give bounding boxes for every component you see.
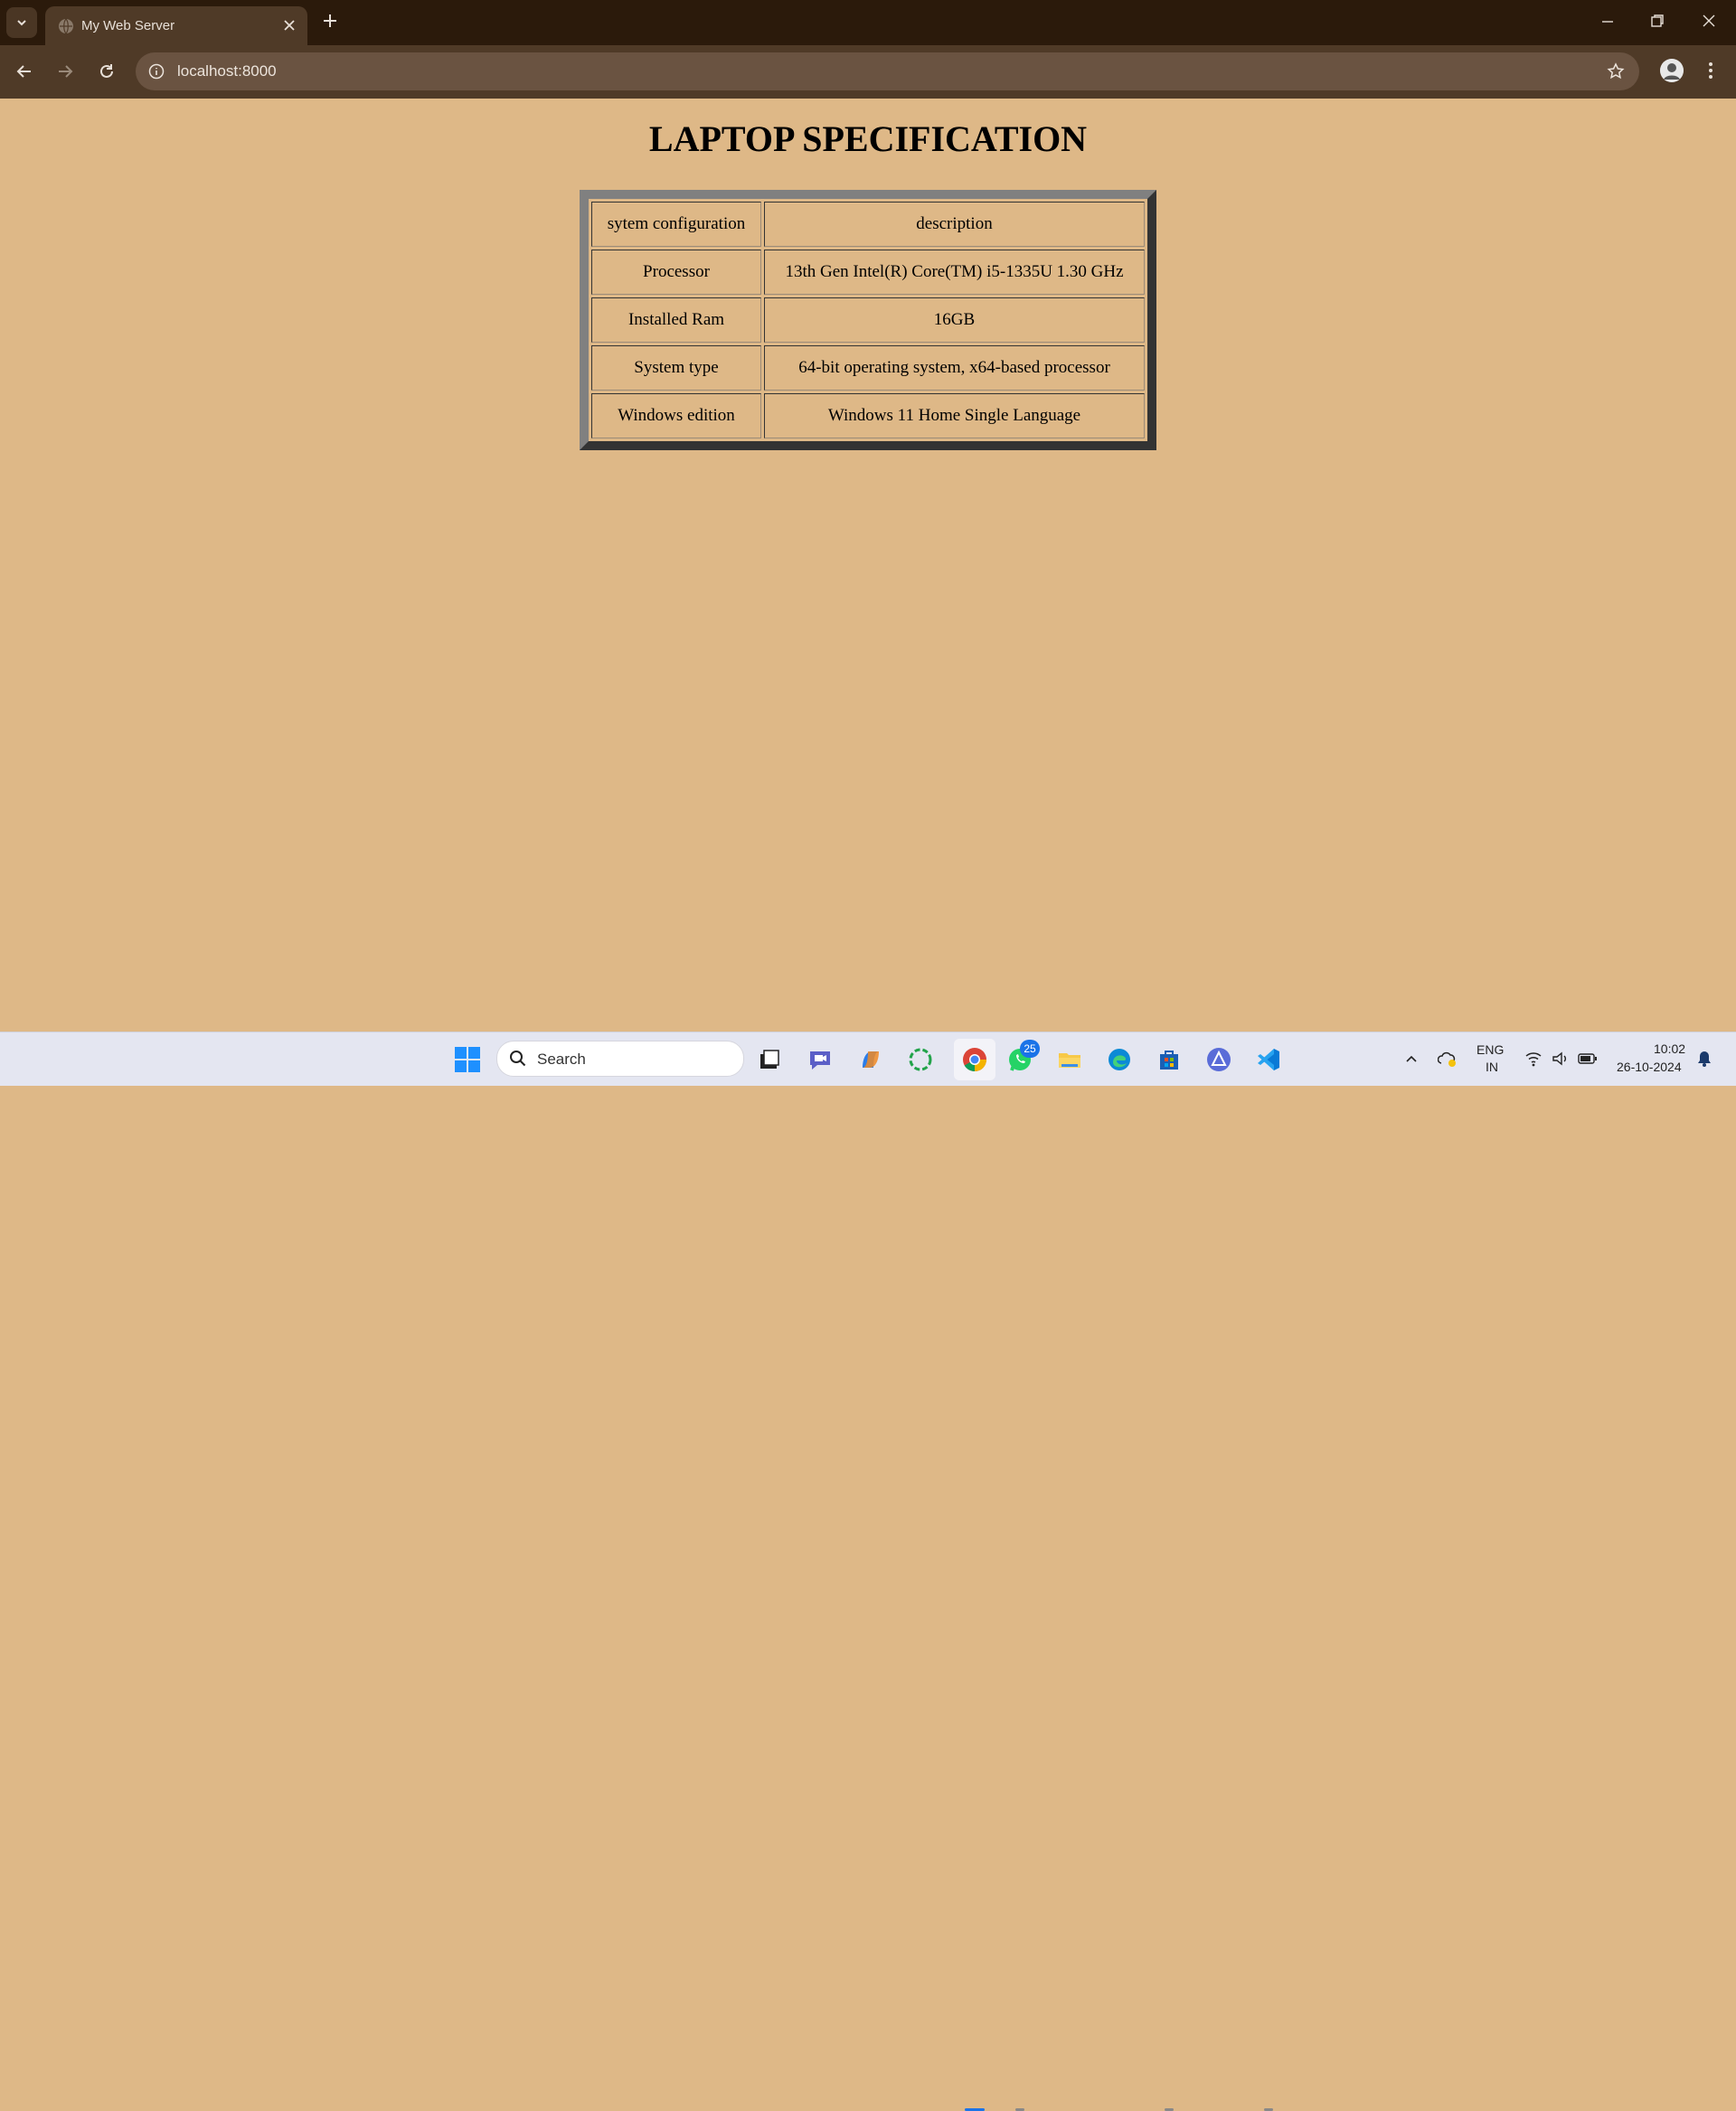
- site-info-icon[interactable]: [148, 63, 165, 80]
- file-explorer-button[interactable]: [1053, 1043, 1086, 1076]
- table-row: System type 64-bit operating system, x64…: [591, 345, 1145, 391]
- language-region[interactable]: IN: [1486, 1060, 1498, 1074]
- reload-icon[interactable]: [97, 61, 117, 81]
- browser-toolbar: localhost:8000: [0, 45, 1736, 99]
- taskbar-search[interactable]: Search: [496, 1041, 744, 1077]
- vscode-icon: [1258, 1049, 1279, 1070]
- address-bar[interactable]: localhost:8000: [136, 52, 1639, 90]
- meet-chat-icon: [810, 1051, 830, 1070]
- close-window-icon[interactable]: [1700, 12, 1718, 30]
- tab-title: My Web Server: [81, 18, 175, 33]
- kebab-menu-icon[interactable]: [1707, 61, 1714, 80]
- table-cell: 64-bit operating system, x64-based proce…: [764, 345, 1145, 391]
- minimize-icon[interactable]: [1599, 12, 1617, 30]
- globe-icon: [59, 18, 73, 34]
- chevron-up-icon[interactable]: [1404, 1051, 1419, 1066]
- search-icon: [510, 1051, 526, 1067]
- restore-icon[interactable]: [1648, 12, 1666, 30]
- clock-time[interactable]: 10:02: [1654, 1041, 1685, 1056]
- back-arrow-icon[interactable]: [14, 61, 34, 81]
- taskbar: Search 25 ENG IN 10:02 26-10-2024: [0, 1032, 1736, 2111]
- browser-tab[interactable]: My Web Server: [45, 6, 307, 45]
- tab-search-button[interactable]: [6, 7, 37, 38]
- table-row: Installed Ram 16GB: [591, 297, 1145, 343]
- start-button[interactable]: [451, 1043, 484, 1076]
- windows-logo-icon: [455, 1047, 480, 1072]
- bookmark-star-icon[interactable]: [1607, 62, 1625, 80]
- profile-icon: [1660, 59, 1684, 82]
- search-label: Search: [537, 1051, 586, 1068]
- store-icon: [1160, 1051, 1178, 1070]
- table-cell: 16GB: [764, 297, 1145, 343]
- table-cell: Processor: [591, 250, 761, 295]
- table-cell: Installed Ram: [591, 297, 761, 343]
- wifi-icon[interactable]: [1524, 1051, 1543, 1067]
- circular-app-icon: [909, 1048, 932, 1071]
- table-cell: sytem configuration: [591, 202, 761, 247]
- edge-button[interactable]: [1103, 1043, 1136, 1076]
- url-text[interactable]: localhost:8000: [177, 62, 277, 80]
- table-cell: Windows 11 Home Single Language: [764, 393, 1145, 438]
- table-cell: Windows edition: [591, 393, 761, 438]
- app-button-green[interactable]: [904, 1043, 937, 1076]
- folder-icon: [1059, 1053, 1080, 1068]
- profile-avatar[interactable]: [1660, 59, 1684, 82]
- table-cell: System type: [591, 345, 761, 391]
- table-row: Windows edition Windows 11 Home Single L…: [591, 393, 1145, 438]
- new-tab-icon[interactable]: [321, 12, 339, 30]
- task-view-icon: [760, 1050, 779, 1069]
- teams-button[interactable]: [804, 1043, 836, 1076]
- chevron-down-icon: [17, 20, 26, 26]
- close-tab-icon[interactable]: [282, 18, 297, 33]
- spec-table: sytem configuration description Processo…: [580, 190, 1156, 450]
- copilot-button[interactable]: [854, 1043, 887, 1076]
- table-row: Processor 13th Gen Intel(R) Core(TM) i5-…: [591, 250, 1145, 295]
- task-view-button[interactable]: [753, 1043, 786, 1076]
- table-row: sytem configuration description: [591, 202, 1145, 247]
- language-code[interactable]: ENG: [1477, 1042, 1504, 1057]
- battery-icon[interactable]: [1578, 1051, 1598, 1066]
- notification-bell-icon[interactable]: [1696, 1050, 1712, 1068]
- browser-tab-strip: My Web Server: [0, 0, 1736, 45]
- page-title: LAPTOP SPECIFICATION: [648, 118, 1088, 159]
- volume-icon[interactable]: [1551, 1051, 1569, 1067]
- forward-arrow-icon[interactable]: [55, 61, 75, 81]
- table-cell: 13th Gen Intel(R) Core(TM) i5-1335U 1.30…: [764, 250, 1145, 295]
- edge-icon: [1109, 1049, 1130, 1070]
- vscode-button[interactable]: [1252, 1043, 1285, 1076]
- copilot-icon: [863, 1051, 879, 1068]
- store-button[interactable]: [1153, 1043, 1185, 1076]
- clock-date[interactable]: 26-10-2024: [1617, 1060, 1682, 1074]
- table-cell: description: [764, 202, 1145, 247]
- onedrive-warning-icon[interactable]: [1438, 1050, 1458, 1068]
- triangle-app-icon: [1207, 1048, 1231, 1071]
- app-button-blue[interactable]: [1203, 1043, 1235, 1076]
- chrome-icon: [963, 1048, 986, 1072]
- chrome-button[interactable]: [954, 1039, 995, 1080]
- whatsapp-badge: 25: [1020, 1040, 1040, 1058]
